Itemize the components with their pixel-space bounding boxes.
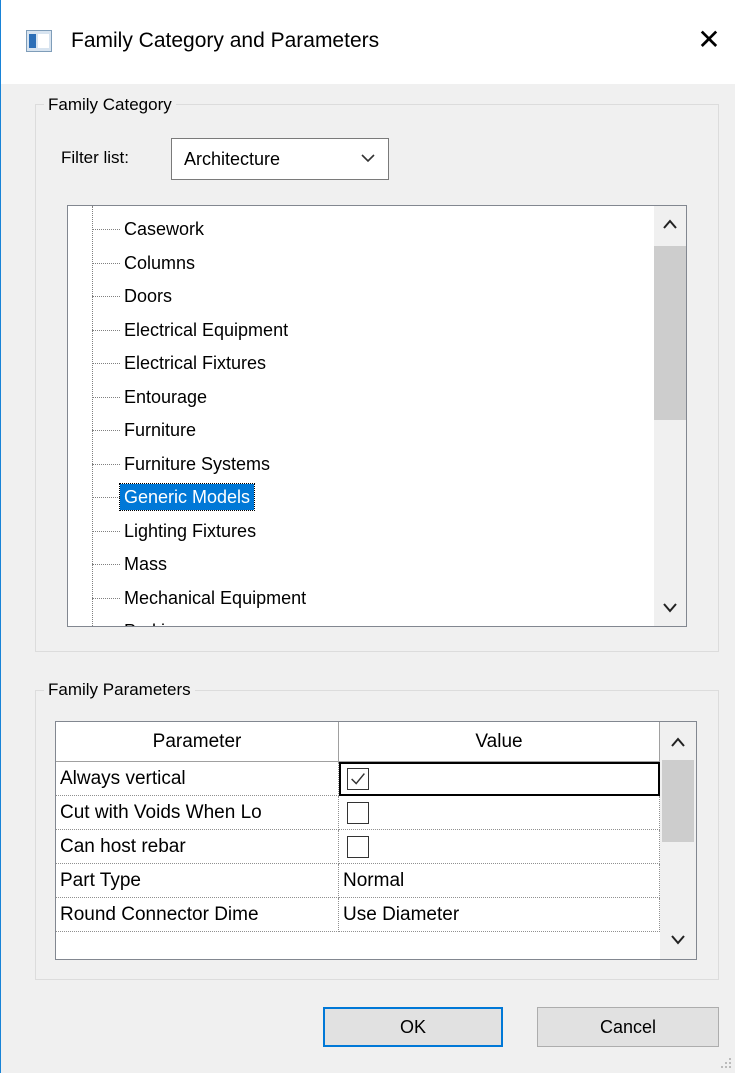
- tree-branch-line: [92, 296, 120, 297]
- tree-item[interactable]: Electrical Equipment: [68, 314, 654, 347]
- tree-item-label: Lighting Fixtures: [124, 520, 257, 541]
- parameter-value-text: Use Diameter: [343, 904, 460, 925]
- tree-branch-line: [92, 597, 120, 599]
- dialog-window: Family Category and Parameters ✕ Family …: [0, 0, 735, 1073]
- ok-button[interactable]: OK: [323, 1007, 503, 1047]
- tree-item[interactable]: Casework: [68, 213, 654, 246]
- table-row[interactable]: Round Connector Dime Use Diameter: [56, 898, 660, 932]
- tree-item-label: Casework: [124, 219, 205, 239]
- table-row[interactable]: Can host rebar: [56, 830, 660, 864]
- title-bar[interactable]: Family Category and Parameters ✕: [1, 0, 735, 84]
- parameter-value-cell[interactable]: [339, 762, 660, 796]
- parameter-name-cell: Round Connector Dime: [56, 898, 339, 932]
- tree-branch-line: [92, 430, 120, 431]
- parameter-name-cell: Cut with Voids When Lo: [56, 796, 339, 830]
- tree-item-label: Parking: [120, 618, 189, 626]
- parameters-grid[interactable]: Parameter Value Always vertical Cut with …: [55, 721, 697, 960]
- parameter-name-cell: Can host rebar: [56, 830, 339, 864]
- tree-item[interactable]: Electrical Fixtures: [68, 347, 654, 380]
- chevron-down-icon: [361, 154, 375, 163]
- checkmark-icon: [351, 773, 365, 785]
- tree-branch-line: [92, 497, 120, 498]
- checkbox-unchecked[interactable]: [347, 836, 369, 858]
- tree-branch-line: [92, 530, 120, 532]
- scroll-down-arrow-icon[interactable]: [660, 924, 696, 958]
- tree-item[interactable]: Generic Models: [68, 481, 654, 514]
- table-row[interactable]: Part Type Normal: [56, 864, 660, 898]
- parameter-value-cell[interactable]: [339, 830, 660, 864]
- dialog-title: Family Category and Parameters: [71, 29, 380, 52]
- tree-item[interactable]: Furniture Systems: [68, 448, 654, 481]
- tree-branch-line: [92, 363, 120, 364]
- scroll-up-arrow-icon[interactable]: [660, 724, 696, 758]
- column-header-value[interactable]: Value: [339, 722, 660, 762]
- close-button[interactable]: ✕: [691, 22, 727, 58]
- tree-item-label: Mass: [124, 554, 168, 574]
- tree-branch-line: [92, 329, 120, 331]
- category-tree-list[interactable]: Casework Columns Doors Electrical Equipment…: [67, 205, 687, 627]
- tree-item-label: Generic Models: [118, 483, 256, 511]
- tree-item[interactable]: Entourage: [68, 381, 654, 414]
- tree-branch-line: [92, 262, 120, 264]
- parameter-value-text: Normal: [343, 870, 405, 891]
- parameters-scroll-thumb[interactable]: [662, 760, 694, 842]
- tree-item[interactable]: Mechanical Equipment: [68, 582, 654, 615]
- family-parameters-legend: Family Parameters: [44, 680, 195, 700]
- parameter-name-cell: Part Type: [56, 864, 339, 898]
- checkbox-unchecked[interactable]: [347, 802, 369, 824]
- tree-item[interactable]: Doors: [68, 280, 654, 313]
- scroll-down-arrow-icon[interactable]: [654, 592, 686, 626]
- parameters-grid-scrollbar[interactable]: [660, 722, 696, 959]
- tree-branch-line: [92, 564, 120, 565]
- parameter-value-cell[interactable]: Use Diameter: [339, 898, 660, 932]
- table-row[interactable]: Always vertical: [56, 762, 660, 796]
- scroll-up-arrow-icon[interactable]: [654, 206, 686, 240]
- tree-item-label: Doors: [124, 286, 173, 306]
- table-row[interactable]: Cut with Voids When Lo: [56, 796, 660, 830]
- checkbox-checked[interactable]: [347, 768, 369, 790]
- window-app-icon: [26, 30, 52, 52]
- tree-branch-line: [92, 463, 120, 465]
- category-list-scrollbar[interactable]: [654, 206, 686, 626]
- tree-item[interactable]: Parking: [68, 615, 654, 626]
- tree-branch-line: [92, 396, 120, 398]
- tree-item[interactable]: Mass: [68, 548, 654, 581]
- tree-item-label: Entourage: [124, 386, 208, 407]
- filter-list-value: Architecture: [184, 149, 281, 169]
- tree-item-label: Electrical Fixtures: [124, 353, 267, 373]
- parameter-value-cell[interactable]: Normal: [339, 864, 660, 898]
- filter-list-dropdown[interactable]: Architecture: [171, 138, 389, 180]
- tree-item-label: Furniture Systems: [124, 453, 271, 474]
- category-scroll-thumb[interactable]: [654, 246, 686, 420]
- column-header-parameter[interactable]: Parameter: [56, 722, 339, 762]
- parameter-value-cell[interactable]: [339, 796, 660, 830]
- resize-grip-icon[interactable]: [719, 1056, 733, 1070]
- parameter-name-cell: Always vertical: [56, 762, 339, 796]
- tree-item-label: Electrical Equipment: [124, 319, 289, 340]
- grid-header: Parameter Value: [56, 722, 660, 762]
- tree-branch-line: [92, 229, 120, 230]
- cancel-button[interactable]: Cancel: [537, 1007, 719, 1047]
- tree-item[interactable]: Furniture: [68, 414, 654, 447]
- tree-item-label: Furniture: [124, 420, 197, 440]
- filter-list-label: Filter list:: [61, 148, 129, 167]
- family-category-legend: Family Category: [44, 95, 176, 115]
- tree-item[interactable]: Lighting Fixtures: [68, 515, 654, 548]
- tree-item-label: Columns: [124, 252, 196, 273]
- tree-item[interactable]: Columns: [68, 247, 654, 280]
- tree-item-label: Mechanical Equipment: [124, 587, 307, 608]
